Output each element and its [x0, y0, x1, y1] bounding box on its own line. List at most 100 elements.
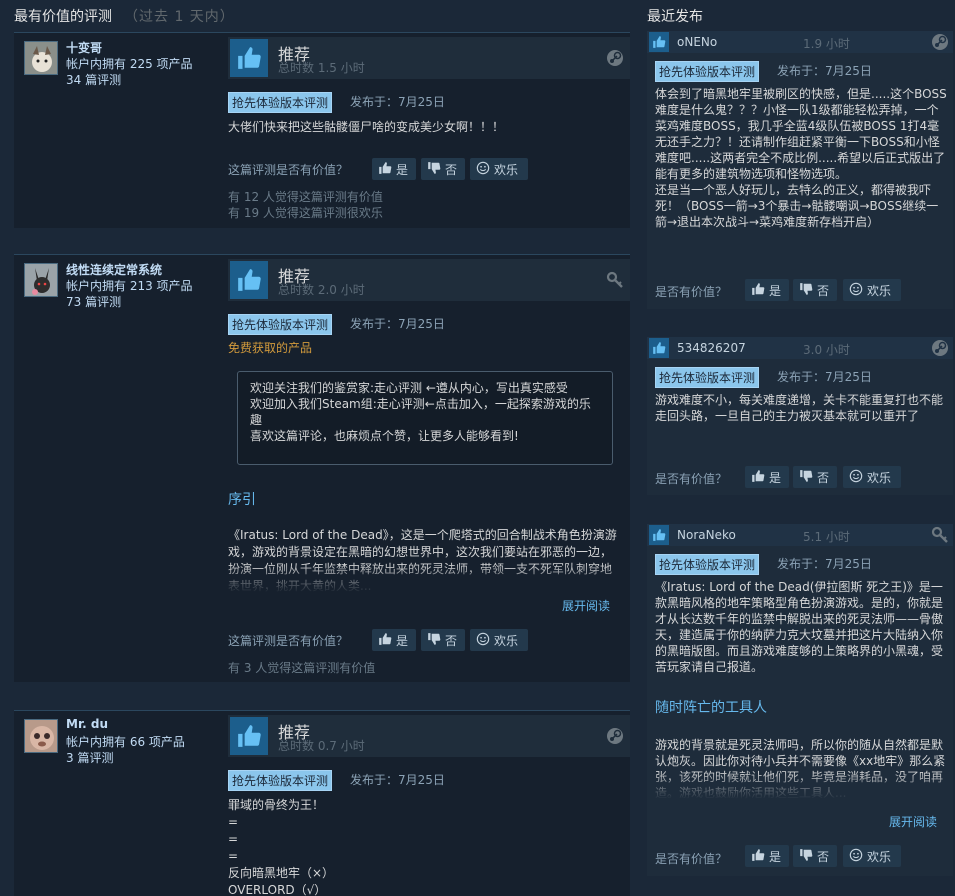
review-heading: 序引 [228, 492, 256, 508]
thumbs-up-icon [649, 525, 669, 545]
review-text: 《Iratus: Lord of the Dead(伊拉图斯 死之王)》是一款黑… [655, 580, 944, 674]
vote-funny-button[interactable]: 欢乐 [470, 158, 528, 180]
vote-no-button[interactable]: 否 [421, 158, 465, 180]
vote-yes-button[interactable]: 是 [372, 629, 416, 651]
vote-no-label: 否 [445, 162, 458, 177]
steam-icon [606, 727, 624, 745]
early-access-badge: 抢先体验版本评测 [655, 367, 760, 388]
posted-date: 发布于：7月25日 [350, 317, 445, 331]
vote-funny-button[interactable]: 欢乐 [843, 279, 901, 301]
avatar[interactable] [24, 719, 58, 753]
author-review-count[interactable]: 3 篇评测 [66, 749, 113, 766]
vote-yes-label: 是 [769, 470, 782, 485]
smiley-icon [476, 161, 490, 178]
vote-yes-label: 是 [769, 283, 782, 298]
playtime: 总时数 0.7 小时 [278, 739, 365, 753]
author-name[interactable]: NoraNeko [677, 528, 736, 542]
vote-yes-label: 是 [769, 849, 782, 864]
steam-icon [931, 339, 949, 357]
vote-no-button[interactable]: 否 [793, 466, 837, 488]
playtime: 1.9 小时 [803, 37, 850, 51]
vote-yes-button[interactable]: 是 [745, 845, 789, 867]
author-name[interactable]: Mr. du [66, 717, 108, 731]
author-review-count[interactable]: 34 篇评测 [66, 71, 121, 88]
recent-review-header[interactable]: 534826207 3.0 小时 [647, 337, 953, 359]
early-access-badge: 抢先体验版本评测 [228, 92, 333, 113]
posted-date: 发布于：7月25日 [350, 773, 445, 787]
thumbs-up-icon [230, 39, 268, 77]
posted-date: 发布于：7月25日 [777, 557, 872, 571]
playtime: 总时数 1.5 小时 [278, 61, 365, 75]
review-text: 游戏难度不小，每关难度递增，关卡不能重复打也不能走回头路，一旦自己的主力被灭基本… [655, 393, 944, 423]
vote-header[interactable]: 推荐 总时数 2.0 小时 [228, 259, 630, 301]
playtime: 3.0 小时 [803, 343, 850, 357]
author-products[interactable]: 帐户内拥有 225 项产品 [66, 55, 193, 72]
avatar[interactable] [24, 41, 58, 75]
thumbs-up-icon [649, 338, 669, 358]
author-name[interactable]: 十变哥 [66, 39, 102, 56]
section-title-most-helpful: 最有价值的评测 （过去 1 天内） [14, 6, 235, 26]
vote-no-label: 否 [445, 633, 458, 648]
playtime: 总时数 2.0 小时 [278, 283, 365, 297]
steam-icon [931, 33, 949, 51]
review-text: 罪域的骨终为王！ = = = 反向暗黑地牢（×） OVERLORD（√） [228, 798, 335, 896]
key-icon [931, 526, 949, 544]
posted-date: 发布于：7月25日 [777, 370, 872, 384]
vote-funny-label: 欢乐 [867, 470, 892, 485]
author-name[interactable]: 线性连续定常系统 [66, 261, 162, 278]
smiley-icon [849, 469, 863, 486]
vote-funny-button[interactable]: 欢乐 [843, 845, 901, 867]
section-title-recent: 最近发布 [647, 9, 703, 25]
thumbs-up-icon [230, 717, 268, 755]
recent-review-2: 534826207 3.0 小时 抢先体验版本评测 发布于：7月25日 游戏难度… [647, 337, 953, 495]
helpful-question: 这篇评测是否有价值？ [228, 163, 349, 177]
helpful-question: 是否有价值？ [655, 852, 728, 866]
author-products[interactable]: 帐户内拥有 66 项产品 [66, 733, 185, 750]
thumbs-up-icon [649, 32, 669, 52]
helpful-count: 有 3 人觉得这篇评测有价值 [228, 661, 376, 675]
vote-yes-label: 是 [396, 162, 409, 177]
helpful-count: 有 12 人觉得这篇评测有价值 [228, 190, 383, 204]
helpful-question: 这篇评测是否有价值？ [228, 634, 349, 648]
thumbs-down-icon [427, 161, 441, 178]
author-products[interactable]: 帐户内拥有 213 项产品 [66, 277, 193, 294]
avatar[interactable] [24, 263, 58, 297]
recent-review-3: NoraNeko 5.1 小时 抢先体验版本评测 发布于：7月25日 《Irat… [647, 524, 953, 876]
vote-yes-button[interactable]: 是 [372, 158, 416, 180]
review-text: 大佬们快来把这些骷髅僵尸啥的变成美少女啊！！！ [228, 120, 505, 134]
vote-no-label: 否 [817, 849, 830, 864]
funny-count: 有 19 人觉得这篇评测很欢乐 [228, 206, 383, 220]
vote-header[interactable]: 推荐 总时数 1.5 小时 [228, 37, 630, 79]
thumbs-up-icon [751, 469, 765, 486]
author-name[interactable]: 534826207 [677, 341, 746, 355]
vote-header[interactable]: 推荐 总时数 0.7 小时 [228, 715, 630, 757]
vote-no-label: 否 [817, 283, 830, 298]
smiley-icon [849, 848, 863, 865]
thumbs-down-icon [799, 282, 813, 299]
free-product-label: 免费获取的产品 [228, 341, 313, 355]
vote-no-button[interactable]: 否 [793, 279, 837, 301]
thumbs-up-icon [230, 261, 268, 299]
quote-box: 欢迎关注我们的鉴赏家:走心评测 ←遵从内心，写出真实感受 欢迎加入我们Steam… [237, 371, 613, 465]
playtime: 5.1 小时 [803, 530, 850, 544]
vote-yes-button[interactable]: 是 [745, 279, 789, 301]
review-text-continued: 游戏的背景就是死灵法师吗，所以你的随从自然都是默认炮灰。因此你对待小兵并不需要像… [655, 738, 946, 799]
recent-review-header[interactable]: oNENo 1.9 小时 [647, 31, 953, 53]
vote-no-button[interactable]: 否 [793, 845, 837, 867]
key-icon [606, 271, 624, 289]
expand-link[interactable]: 展开阅读 [562, 597, 610, 614]
author-review-count[interactable]: 73 篇评测 [66, 293, 121, 310]
early-access-badge: 抢先体验版本评测 [655, 61, 760, 82]
author-name[interactable]: oNENo [677, 35, 717, 49]
vote-funny-button[interactable]: 欢乐 [470, 629, 528, 651]
vote-yes-button[interactable]: 是 [745, 466, 789, 488]
helpful-question: 是否有价值？ [655, 285, 728, 299]
time-range-label: （过去 1 天内） [124, 9, 235, 25]
vote-no-button[interactable]: 否 [421, 629, 465, 651]
thumbs-up-icon [378, 161, 392, 178]
vote-funny-button[interactable]: 欢乐 [843, 466, 901, 488]
review-text: 《Iratus: Lord of the Dead》，这是一个爬塔式的回合制战术… [228, 528, 617, 593]
expand-link[interactable]: 展开阅读 [889, 813, 937, 830]
recent-review-header[interactable]: NoraNeko 5.1 小时 [647, 524, 953, 546]
vote-yes-label: 是 [396, 633, 409, 648]
